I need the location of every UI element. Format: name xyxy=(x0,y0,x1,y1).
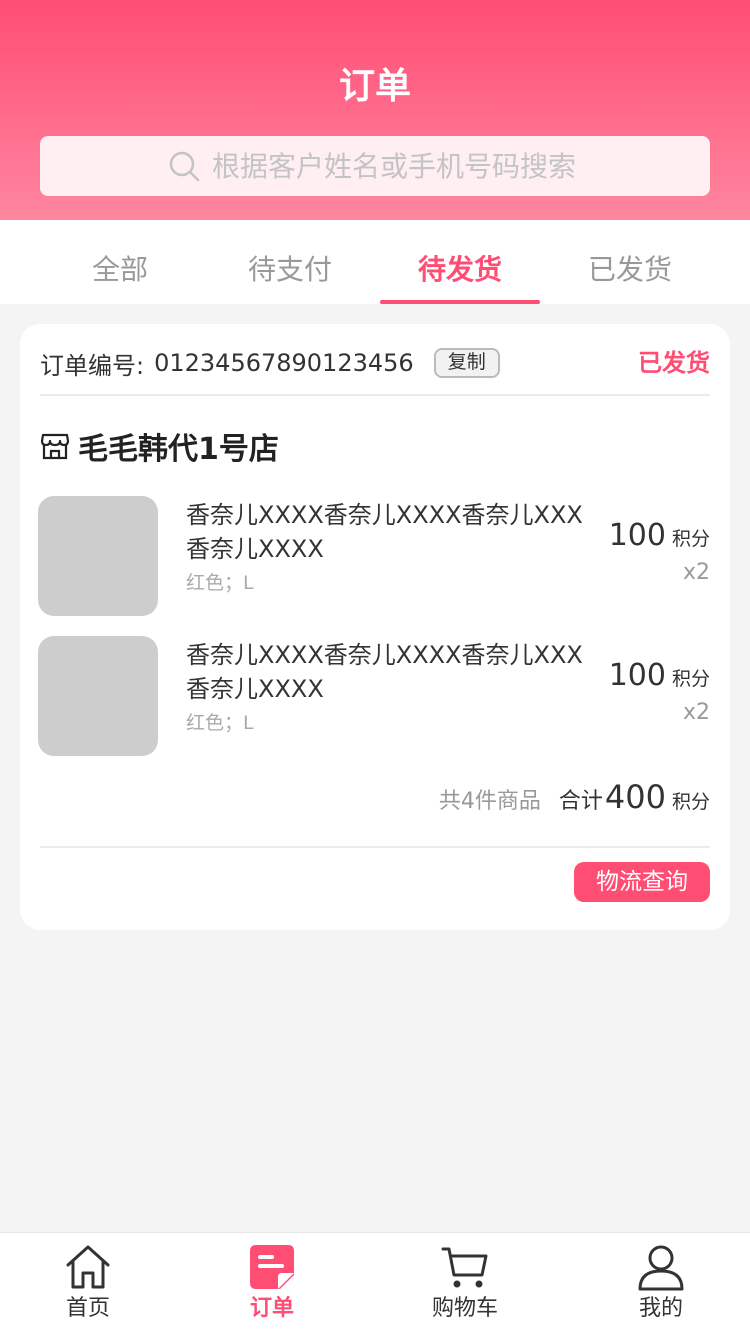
order-status-label: 已发货 xyxy=(638,349,710,377)
product-spec: 红色；L xyxy=(186,572,254,594)
store-row: 毛毛韩代1号店 xyxy=(40,426,279,467)
product-image xyxy=(38,496,158,616)
store-icon xyxy=(40,433,70,460)
item-count: 共4件商品 xyxy=(438,789,541,814)
product-quantity: x2 xyxy=(682,560,710,585)
price-unit: 积分 xyxy=(671,528,710,550)
logistics-query-button[interactable]: 物流查询 xyxy=(574,862,710,902)
product-quantity: x2 xyxy=(682,700,710,725)
total-label: 合计 xyxy=(558,789,603,814)
copy-button[interactable]: 复制 xyxy=(433,348,500,378)
order-number-row: 订单编号: 01234567890123456 复制 xyxy=(40,346,500,380)
total-value: 400 xyxy=(604,778,666,816)
product-image xyxy=(38,636,158,756)
tabbar-cart[interactable]: 购物车 xyxy=(405,1243,525,1323)
order-card: 订单编号: 01234567890123456 复制 已发货 毛毛韩代1号店 香… xyxy=(20,324,730,930)
tabbar-label: 我的 xyxy=(638,1296,683,1321)
tab-pending-shipment[interactable]: 待发货 xyxy=(380,220,540,304)
product-title: 香奈儿XXXX香奈儿XXXX香奈儿XXX香奈儿XXXX xyxy=(186,501,583,563)
tabbar-label: 购物车 xyxy=(431,1296,498,1321)
tabbar-orders[interactable]: 订单 xyxy=(212,1243,332,1323)
home-icon xyxy=(66,1245,110,1289)
user-icon xyxy=(638,1245,684,1291)
search-input[interactable] xyxy=(212,149,582,183)
store-name: 毛毛韩代1号店 xyxy=(78,432,279,467)
order-item[interactable]: 香奈儿XXXX香奈儿XXXX香奈儿XXX香奈儿XXXX 红色；L 100 积分 x… xyxy=(38,636,718,756)
order-summary: 共4件商品 合计 400 积分 xyxy=(439,778,710,822)
divider xyxy=(40,394,710,396)
product-price: 100 积分 xyxy=(609,658,710,693)
total-unit: 积分 xyxy=(671,791,710,813)
tabbar-profile[interactable]: 我的 xyxy=(601,1243,721,1323)
product-spec: 红色；L xyxy=(186,712,254,734)
bottom-tab-bar: 首页 订单 购物车 我的 xyxy=(0,1232,750,1334)
product-price: 100 积分 xyxy=(609,518,710,553)
order-item[interactable]: 香奈儿XXXX香奈儿XXXX香奈儿XXX香奈儿XXXX 红色；L 100 积分 x… xyxy=(38,496,718,616)
tab-all[interactable]: 全部 xyxy=(40,220,200,304)
search-icon xyxy=(169,151,200,182)
header: 订单 xyxy=(0,0,750,220)
tabbar-label: 首页 xyxy=(65,1296,110,1321)
cart-icon xyxy=(441,1247,488,1288)
tabbar-label: 订单 xyxy=(249,1296,294,1321)
price-value: 100 xyxy=(608,518,666,553)
page-title: 订单 xyxy=(338,66,411,107)
order-icon xyxy=(250,1245,294,1289)
active-tab-indicator xyxy=(380,300,540,304)
divider xyxy=(40,846,710,848)
search-bar[interactable] xyxy=(40,136,710,196)
product-title: 香奈儿XXXX香奈儿XXXX香奈儿XXX香奈儿XXXX xyxy=(186,641,583,703)
price-value: 100 xyxy=(608,658,666,693)
tab-shipped[interactable]: 已发货 xyxy=(550,220,710,304)
tab-pending-payment[interactable]: 待支付 xyxy=(210,220,370,304)
order-status-tabs: 全部 待支付 待发货 已发货 xyxy=(0,220,750,304)
order-number-value: 01234567890123456 xyxy=(154,349,414,377)
price-unit: 积分 xyxy=(671,668,710,690)
order-number-label: 订单编号: xyxy=(40,351,145,380)
tabbar-home[interactable]: 首页 xyxy=(28,1243,148,1323)
